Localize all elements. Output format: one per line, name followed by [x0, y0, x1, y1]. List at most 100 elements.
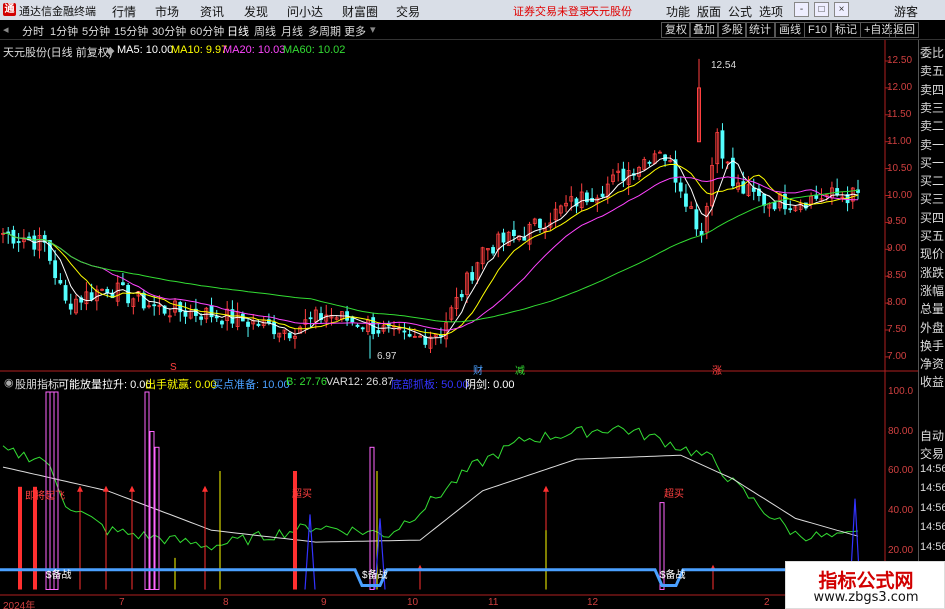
up-arrow-icon	[202, 485, 208, 492]
quote-panel-item[interactable]: 总量	[920, 300, 945, 317]
quote-panel-item[interactable]: 买五	[920, 227, 945, 244]
date-month-label: 11	[488, 597, 499, 608]
notice-stock-name[interactable]: 天元股份	[588, 3, 632, 19]
price-axis-label: 10.50	[887, 162, 913, 174]
quote-panel-item[interactable]: 14:56	[920, 463, 945, 475]
duogu-button[interactable]: 多股	[717, 22, 747, 38]
period-more[interactable]: 更多	[344, 23, 366, 39]
event-marker-finance[interactable]: 财	[473, 362, 483, 377]
quote-panel-item[interactable]: 换手	[920, 337, 945, 354]
candle-body	[694, 209, 699, 230]
price-axis-label: 10.00	[887, 189, 913, 201]
quote-panel-item[interactable]: 现价	[920, 245, 945, 262]
minimize-button[interactable]: -	[794, 2, 809, 17]
quote-panel-item[interactable]: 卖三	[920, 99, 945, 116]
more-dropdown-icon[interactable]: ▾	[370, 23, 376, 36]
quote-panel-item[interactable]: 涨跌	[920, 264, 945, 281]
diejia-button[interactable]: 叠加	[689, 22, 719, 38]
indicator-axis-label: 60.00	[888, 465, 914, 477]
quote-panel-item[interactable]: 净资	[920, 355, 945, 372]
quote-panel-item[interactable]: 交易	[920, 445, 945, 462]
menu-jiaoyi[interactable]: 交易	[396, 3, 420, 20]
indicator-dropdown-icon[interactable]: ◉	[4, 376, 14, 389]
price-axis-label: 8.00	[887, 297, 907, 309]
period-daily[interactable]: 日线	[227, 23, 249, 39]
fuquan-button[interactable]: 复权	[661, 22, 691, 38]
menu-xuanxiang[interactable]: 选项	[759, 3, 783, 20]
user-label[interactable]: 游客	[894, 3, 918, 20]
menu-gongshi[interactable]: 公式	[728, 3, 752, 20]
chart-canvas[interactable]	[0, 40, 918, 609]
up-arrow-icon	[77, 485, 83, 492]
candle-body	[126, 285, 131, 304]
period-weekly[interactable]: 周线	[254, 23, 276, 39]
toolbar-arrow-icon[interactable]: ◂	[3, 23, 9, 36]
quote-panel-item[interactable]: 14:56	[920, 502, 945, 514]
candle-body	[121, 282, 125, 286]
ma20-line	[3, 176, 859, 331]
period-60min[interactable]: 60分钟	[190, 23, 224, 39]
quote-panel-item[interactable]: 委比	[920, 44, 945, 61]
candle-body	[470, 272, 475, 281]
period-30min[interactable]: 30分钟	[152, 23, 186, 39]
quote-panel-item[interactable]: 买三	[920, 190, 945, 207]
quote-panel-item[interactable]: 涨幅	[920, 282, 945, 299]
maximize-button[interactable]: □	[814, 2, 829, 17]
indicator-bar	[154, 446, 160, 590]
period-1min[interactable]: 1分钟	[50, 23, 78, 39]
indicator-bar	[149, 431, 155, 590]
price-axis-label: 9.00	[887, 243, 907, 255]
quote-panel-item[interactable]: 14:56	[920, 521, 945, 533]
ma60-label: MA60: 10.02	[283, 44, 346, 56]
menu-shichang[interactable]: 市场	[155, 3, 179, 20]
candle-body	[600, 193, 605, 197]
up-arrow-icon	[103, 485, 109, 492]
trade-login-notice[interactable]: 证券交易未登录	[513, 3, 590, 19]
candle-body	[491, 247, 495, 254]
menu-gongneng[interactable]: 功能	[666, 3, 690, 20]
menu-zixun[interactable]: 资讯	[200, 3, 224, 20]
menu-wenxiaoda[interactable]: 问小达	[287, 3, 323, 20]
menu-banmian[interactable]: 版面	[697, 3, 721, 20]
quote-panel-item[interactable]: 14:56	[920, 482, 945, 494]
back-button[interactable]: 返回	[889, 22, 919, 38]
event-marker-s[interactable]: S	[170, 362, 177, 373]
quote-panel-item[interactable]: 外盘	[920, 319, 945, 336]
period-fenshi[interactable]: 分时	[22, 23, 44, 39]
menu-faxian[interactable]: 发现	[244, 3, 268, 20]
price-axis-label: 12.50	[887, 55, 913, 66]
quote-panel-item[interactable]: 卖四	[920, 81, 945, 98]
quote-panel-item[interactable]: 卖二	[920, 117, 945, 134]
candle-body	[762, 193, 767, 206]
menu-hangqing[interactable]: 行情	[112, 3, 136, 20]
quote-panel-item[interactable]: 买二	[920, 172, 945, 189]
up-arrow-icon	[129, 485, 135, 492]
period-monthly[interactable]: 月线	[281, 23, 303, 39]
biaoji-button[interactable]: 标记	[831, 22, 861, 38]
watermark: 指标公式网 www.zbgs3.com	[785, 561, 945, 609]
indicator-axis-label: 20.00	[888, 544, 914, 556]
period-5min[interactable]: 5分钟	[82, 23, 110, 39]
quote-panel-item[interactable]: 自动	[920, 427, 945, 444]
quote-panel-item[interactable]: 卖五	[920, 62, 945, 79]
tongji-button[interactable]: 统计	[745, 22, 775, 38]
quote-panel-item[interactable]: 收益	[920, 373, 945, 390]
f10-button[interactable]: F10	[804, 22, 831, 38]
ma60-line	[3, 189, 859, 323]
menu-caifuquan[interactable]: 财富圈	[342, 3, 378, 20]
indicator-tag-jump-buy: 超买	[292, 489, 312, 500]
huaxian-button[interactable]: 画线	[775, 22, 805, 38]
candle-body	[287, 332, 292, 339]
high-price-label: 12.54	[711, 60, 737, 71]
quote-panel-item[interactable]: 买四	[920, 209, 945, 226]
event-marker-reduce[interactable]: 减	[515, 362, 525, 377]
period-multi[interactable]: 多周期	[308, 23, 341, 39]
ma-dropdown-icon[interactable]: ◆	[106, 44, 114, 57]
quote-panel-item[interactable]: 买一	[920, 154, 945, 171]
event-marker-rise[interactable]: 涨	[712, 362, 722, 377]
close-button[interactable]: ×	[834, 2, 849, 17]
quote-panel-item[interactable]: 14:56	[920, 541, 945, 553]
period-15min[interactable]: 15分钟	[114, 23, 148, 39]
quote-panel-item[interactable]: 卖一	[920, 136, 945, 153]
indicator-name: 股朋指标	[15, 379, 59, 391]
